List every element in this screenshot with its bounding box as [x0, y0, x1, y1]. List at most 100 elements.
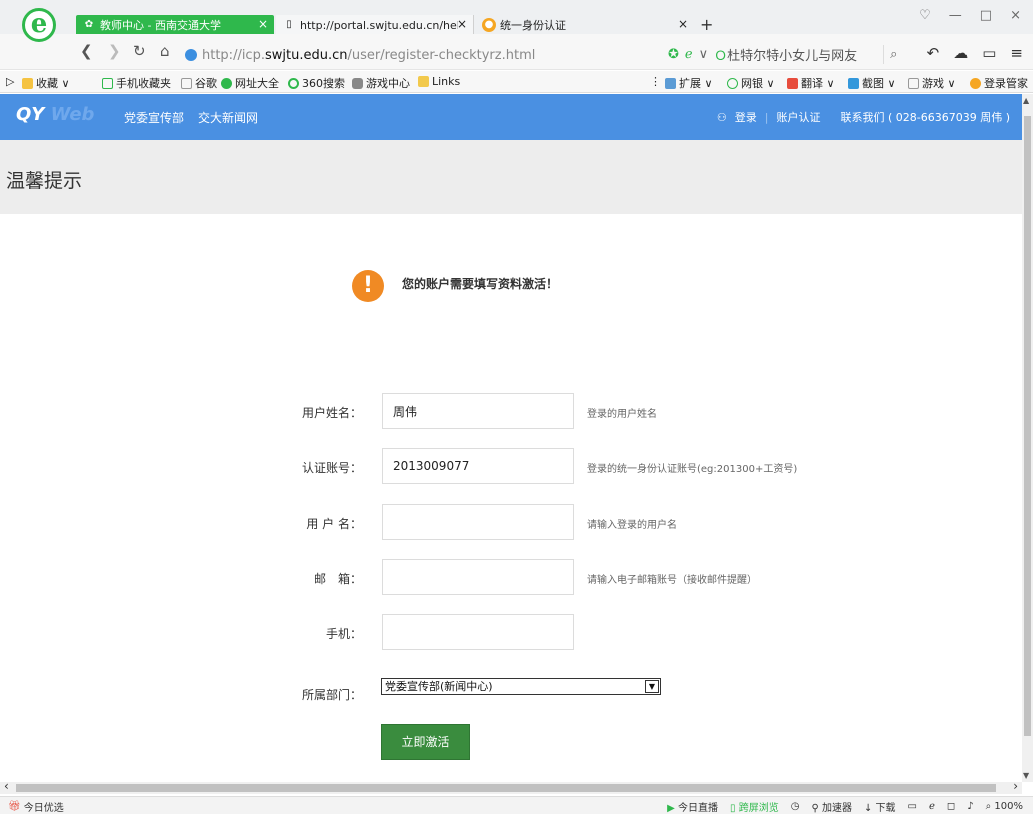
skin-icon[interactable]: ♡ [919, 8, 931, 23]
bookmark-links[interactable]: Links [418, 75, 460, 88]
status-tools: ▶ 今日直播 ▯ 跨屏浏览 ◷ ⚲ 加速器 ↓ 下载 ▭ ℯ ◻ ♪ ⌕ 100… [667, 799, 1023, 814]
activate-button[interactable]: 立即激活 [381, 724, 470, 760]
close-tab-icon[interactable]: × [258, 17, 268, 31]
department-value: 党委宣传部(新闻中心) [385, 680, 493, 693]
bookmark-mobile[interactable]: 手机收藏夹 [102, 75, 171, 91]
download-link[interactable]: ↓ 下载 [864, 799, 896, 814]
ie-icon[interactable]: ℯ [929, 801, 935, 812]
scroll-down-icon[interactable]: ▼ [1023, 771, 1029, 780]
zoom-level[interactable]: ⌕ 100% [986, 801, 1023, 812]
back-icon[interactable]: ❮ [80, 42, 93, 60]
field-label: 用 户 名： [306, 517, 362, 531]
scroll-up-icon[interactable]: ▲ [1023, 96, 1029, 105]
auth-account-input[interactable] [382, 448, 574, 484]
username-input[interactable] [382, 504, 574, 540]
tab-teacher-center[interactable]: ✿ 教师中心 - 西南交通大学 × [76, 15, 274, 35]
new-tab-button[interactable]: + [700, 15, 713, 34]
tab-title: 统一身份认证 [500, 19, 566, 32]
maximize-button[interactable]: □ [980, 8, 992, 23]
forward-icon[interactable]: ❯ [108, 42, 121, 60]
page-title: 温馨提示 [6, 170, 83, 192]
nav-propaganda-dept[interactable]: 党委宣传部 [124, 109, 184, 126]
site-header: QY Web 党委宣传部 交大新闻网 ⚇ 登录 | 账户认证 联系我们 ( 02… [0, 94, 1022, 140]
status-bar: 🎁︎ 今日优选 ▶ 今日直播 ▯ 跨屏浏览 ◷ ⚲ 加速器 ↓ 下载 ▭ ℯ ◻… [0, 796, 1033, 814]
page-icon [181, 77, 192, 89]
field-label: 用户姓名： [301, 406, 362, 420]
address-bar[interactable]: http://icp. swjtu.edu.cn/user/register-ch… [185, 45, 645, 65]
login-link[interactable]: 登录 [735, 109, 757, 125]
live-link[interactable]: ▶ 今日直播 [667, 799, 718, 814]
sound-icon[interactable]: ♪ [967, 801, 973, 812]
page-icon: ▯ [286, 19, 292, 30]
browser-logo-icon: e [22, 8, 56, 42]
accelerator-link[interactable]: ⚲ 加速器 [811, 799, 852, 814]
close-tab-icon[interactable]: × [678, 17, 688, 31]
field-label: 手机： [325, 627, 362, 641]
scroll-thumb[interactable] [16, 784, 996, 792]
scroll-thumb[interactable] [1024, 116, 1031, 736]
more-icon[interactable]: ⋮ [650, 75, 661, 88]
extensions-menu[interactable]: 扩展 ∨ [665, 75, 713, 91]
account-auth-link[interactable]: 账户认证 [776, 109, 820, 125]
bookmark-favorites[interactable]: 收藏 ∨ [22, 75, 70, 91]
home-icon[interactable]: ⌂ [160, 42, 170, 60]
school-crest-icon: ✿ [84, 19, 94, 30]
games-menu[interactable]: 游戏 ∨ [908, 75, 956, 91]
email-input[interactable] [382, 559, 574, 595]
activation-notice: ! 您的账户需要填写资料激活！ [352, 270, 558, 302]
security-icon[interactable]: ✪ [668, 47, 679, 62]
horizontal-scrollbar[interactable]: ‹ › [0, 779, 1022, 794]
daily-picks[interactable]: 🎁︎ 今日优选 [8, 799, 64, 814]
refresh-icon[interactable]: ↻ [133, 42, 146, 60]
cross-screen-link[interactable]: ▯ 跨屏浏览 [730, 799, 779, 814]
dropdown-icon[interactable]: ∨ [699, 47, 709, 62]
tab-portal-help[interactable]: ▯ http://portal.swjtu.edu.cn/help × [276, 15, 474, 35]
scroll-left-icon[interactable]: ‹ [4, 779, 9, 793]
browser-tab-bar: e ✿ 教师中心 - 西南交通大学 × ▯ http://portal.swjt… [0, 0, 1033, 42]
history-icon[interactable]: ◷ [791, 801, 800, 812]
site-logo[interactable]: QY Web [16, 104, 94, 125]
nav-news-site[interactable]: 交大新闻网 [198, 109, 258, 126]
fullscreen-icon[interactable]: ◻ [947, 801, 955, 812]
globe-icon [221, 77, 232, 89]
close-tab-icon[interactable]: × [457, 17, 467, 31]
window-icon[interactable]: ▭ [982, 44, 996, 62]
bookmark-google[interactable]: 谷歌 [181, 75, 217, 91]
site-user-links: ⚇ 登录 | 账户认证 联系我们 ( 028-66367039 周伟 ) [717, 109, 1010, 125]
real-name-input[interactable] [382, 393, 574, 429]
bookmark-games[interactable]: 游戏中心 [352, 75, 410, 91]
url-path: /user/register-checktyrz.html [347, 47, 536, 63]
globe-icon [185, 49, 197, 61]
notice-text: 您的账户需要填写资料激活！ [402, 276, 559, 291]
search-icon[interactable]: ⌕ [890, 47, 897, 62]
key-icon [970, 77, 981, 89]
bank-menu[interactable]: 网银 ∨ [727, 75, 775, 91]
site-nav: 党委宣传部 交大新闻网 [124, 109, 258, 126]
undo-icon[interactable]: ↶ [927, 44, 940, 62]
bookmark-hao[interactable]: 网址大全 [221, 75, 279, 91]
scroll-right-icon[interactable]: › [1013, 779, 1018, 793]
minimize-button[interactable]: — [949, 8, 962, 23]
user-icon: ⚇ [716, 110, 727, 124]
warning-icon: ! [352, 270, 384, 302]
phone-input[interactable] [382, 614, 574, 650]
gift-icon: 🎁︎ [8, 801, 21, 812]
login-manager[interactable]: 登录管家 [970, 75, 1028, 91]
screenshot-menu[interactable]: 截图 ∨ [848, 75, 896, 91]
print-icon[interactable]: ▭ [908, 801, 917, 812]
form-row-username: 用 户 名： 请输入登录的用户名 [260, 504, 960, 540]
contact-link[interactable]: 联系我们 ( 028-66367039 周伟 ) [840, 109, 1010, 125]
sidebar-toggle-icon[interactable]: ▷ [6, 75, 14, 88]
search-input[interactable]: Ｏ杜特尔特小女儿与网友 [714, 45, 885, 64]
ie-mode-icon[interactable]: ℯ [685, 47, 693, 62]
url-prefix: http://icp. [202, 47, 265, 63]
close-window-button[interactable]: × [1010, 8, 1021, 23]
tab-unified-auth[interactable]: ● 统一身份认证 × [476, 15, 694, 35]
field-hint: 登录的统一身份认证账号(eg:201300+工资号) [587, 464, 798, 475]
bookmark-360[interactable]: 360搜索 [288, 75, 345, 91]
department-select[interactable]: 党委宣传部(新闻中心) ▼ [381, 678, 661, 695]
menu-icon[interactable]: ≡ [1010, 44, 1023, 62]
translate-menu[interactable]: 翻译 ∨ [787, 75, 835, 91]
vertical-scrollbar[interactable]: ▲ ▼ [1022, 94, 1033, 782]
cloud-icon[interactable]: ☁ [953, 44, 968, 62]
